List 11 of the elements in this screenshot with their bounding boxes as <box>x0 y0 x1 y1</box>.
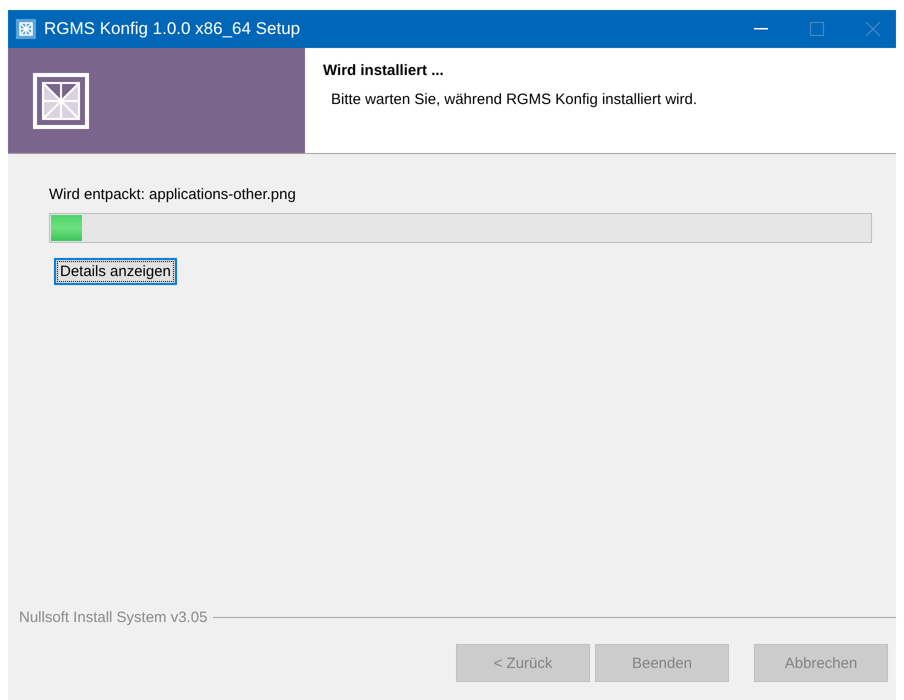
details-button[interactable]: Details anzeigen <box>54 258 177 285</box>
minimize-icon <box>754 28 768 30</box>
logo-icon <box>33 72 89 128</box>
page-heading: Wird installiert ... <box>323 62 445 79</box>
branding-text: Nullsoft Install System v3.05 <box>19 609 208 626</box>
maximize-icon <box>810 22 824 36</box>
window-title: RGMS Konfig 1.0.0 x86_64 Setup <box>44 19 302 39</box>
page-subtitle: Bitte warten Sie, während RGMS Konfig installiert wird. <box>331 91 698 108</box>
app-icon <box>16 19 36 39</box>
status-text: Wird entpackt: applications-other.png <box>49 186 297 203</box>
close-icon <box>865 21 881 37</box>
